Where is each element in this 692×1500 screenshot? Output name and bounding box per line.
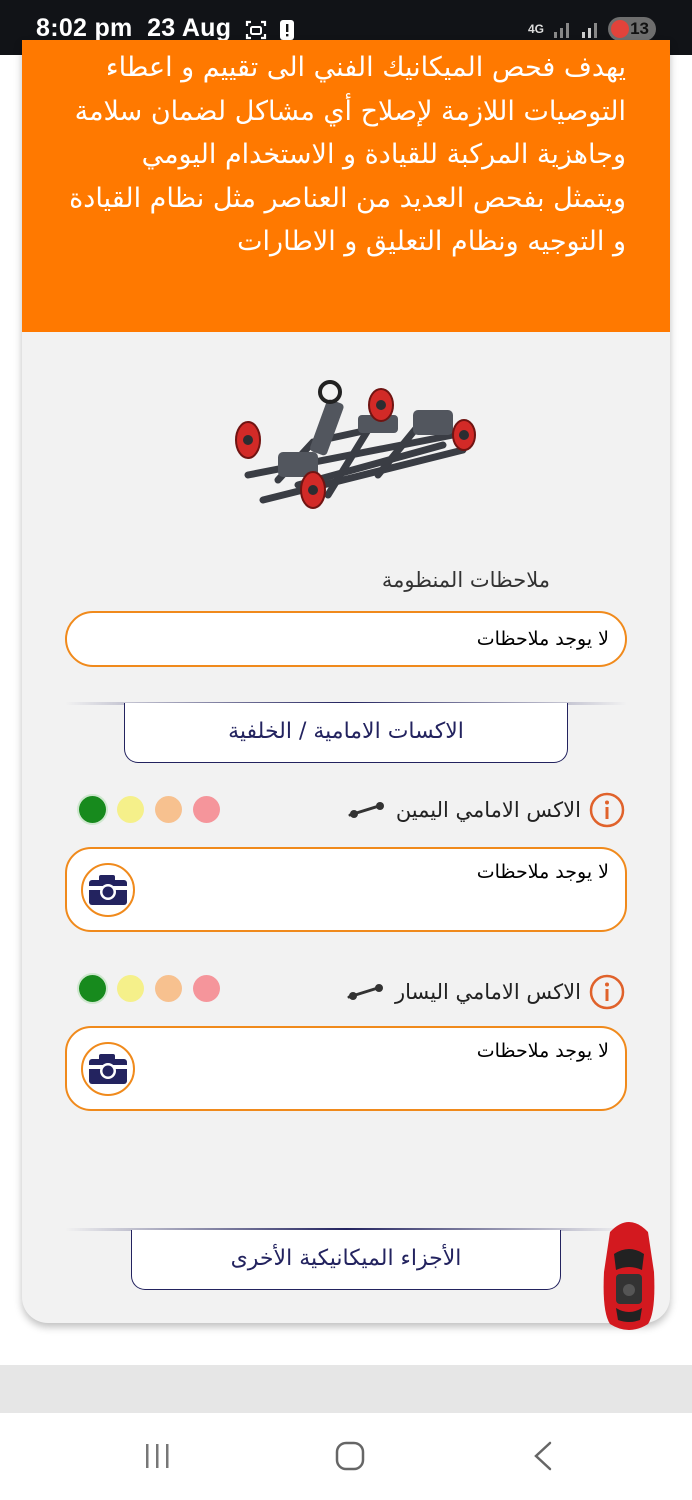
signal-icon <box>554 23 569 38</box>
item-title: الاكس الامامي اليمين <box>395 798 581 822</box>
item-front-right-axle: الاكس الامامي اليمين <box>346 790 625 830</box>
camera-button[interactable] <box>81 1042 135 1096</box>
rating-green[interactable] <box>79 975 106 1002</box>
battery-level: 13 <box>630 19 649 38</box>
intro-panel: يهدف فحص الميكانيك الفني الى تقييم و اعط… <box>22 40 670 332</box>
item-note-text: لا يوجد ملاحظات <box>476 861 609 883</box>
recent-apps-icon[interactable] <box>142 1439 174 1473</box>
camera-icon <box>89 875 127 905</box>
item-title: الاكس الامامي اليسار <box>395 980 581 1004</box>
bottom-grey-strip <box>0 1365 692 1413</box>
signal-icon <box>582 23 597 38</box>
rating-green[interactable] <box>79 796 106 823</box>
intro-text: يهدف فحص الميكانيك الفني الى تقييم و اعط… <box>69 52 626 257</box>
alert-icon <box>280 20 294 40</box>
system-notes-label: ملاحظات المنظومة <box>381 568 550 592</box>
rating-red[interactable] <box>193 975 220 1002</box>
chassis-image <box>235 380 476 509</box>
rating-yellow[interactable] <box>117 975 144 1002</box>
rating-red[interactable] <box>193 796 220 823</box>
car-icon[interactable] <box>596 1212 662 1334</box>
info-icon[interactable] <box>589 792 625 828</box>
system-notes-field[interactable]: لا يوجد ملاحظات <box>65 611 627 667</box>
item-note-box[interactable]: لا يوجد ملاحظات <box>65 847 627 932</box>
rating-orange[interactable] <box>155 796 182 823</box>
rating-dots <box>79 975 220 1002</box>
battery-icon: 13 <box>608 17 656 41</box>
rating-dots <box>79 796 220 823</box>
home-icon[interactable] <box>334 1439 366 1473</box>
inspection-card: يهدف فحص الميكانيك الفني الى تقييم و اعط… <box>22 40 670 1323</box>
navigation-bar <box>0 1413 692 1500</box>
info-icon[interactable] <box>589 974 625 1010</box>
item-front-left-axle: الاكس الامامي اليسار <box>345 972 625 1012</box>
section-tab-other-parts[interactable]: الأجزاء الميكانيكية الأخرى <box>131 1230 561 1290</box>
axle-icon <box>348 802 384 818</box>
network-type-label: 4G <box>528 21 545 36</box>
rating-yellow[interactable] <box>117 796 144 823</box>
item-note-box[interactable]: لا يوجد ملاحظات <box>65 1026 627 1111</box>
rating-orange[interactable] <box>155 975 182 1002</box>
axle-icon <box>347 984 383 1000</box>
section-tab-axles[interactable]: الاكسات الامامية / الخلفية <box>124 703 568 763</box>
camera-icon <box>89 1054 127 1084</box>
item-note-text: لا يوجد ملاحظات <box>476 1040 609 1062</box>
camera-button[interactable] <box>81 863 135 917</box>
back-icon[interactable] <box>528 1439 560 1473</box>
status-time: 8:02 pm 23 Aug <box>36 14 232 42</box>
screenshot-icon <box>245 20 267 40</box>
